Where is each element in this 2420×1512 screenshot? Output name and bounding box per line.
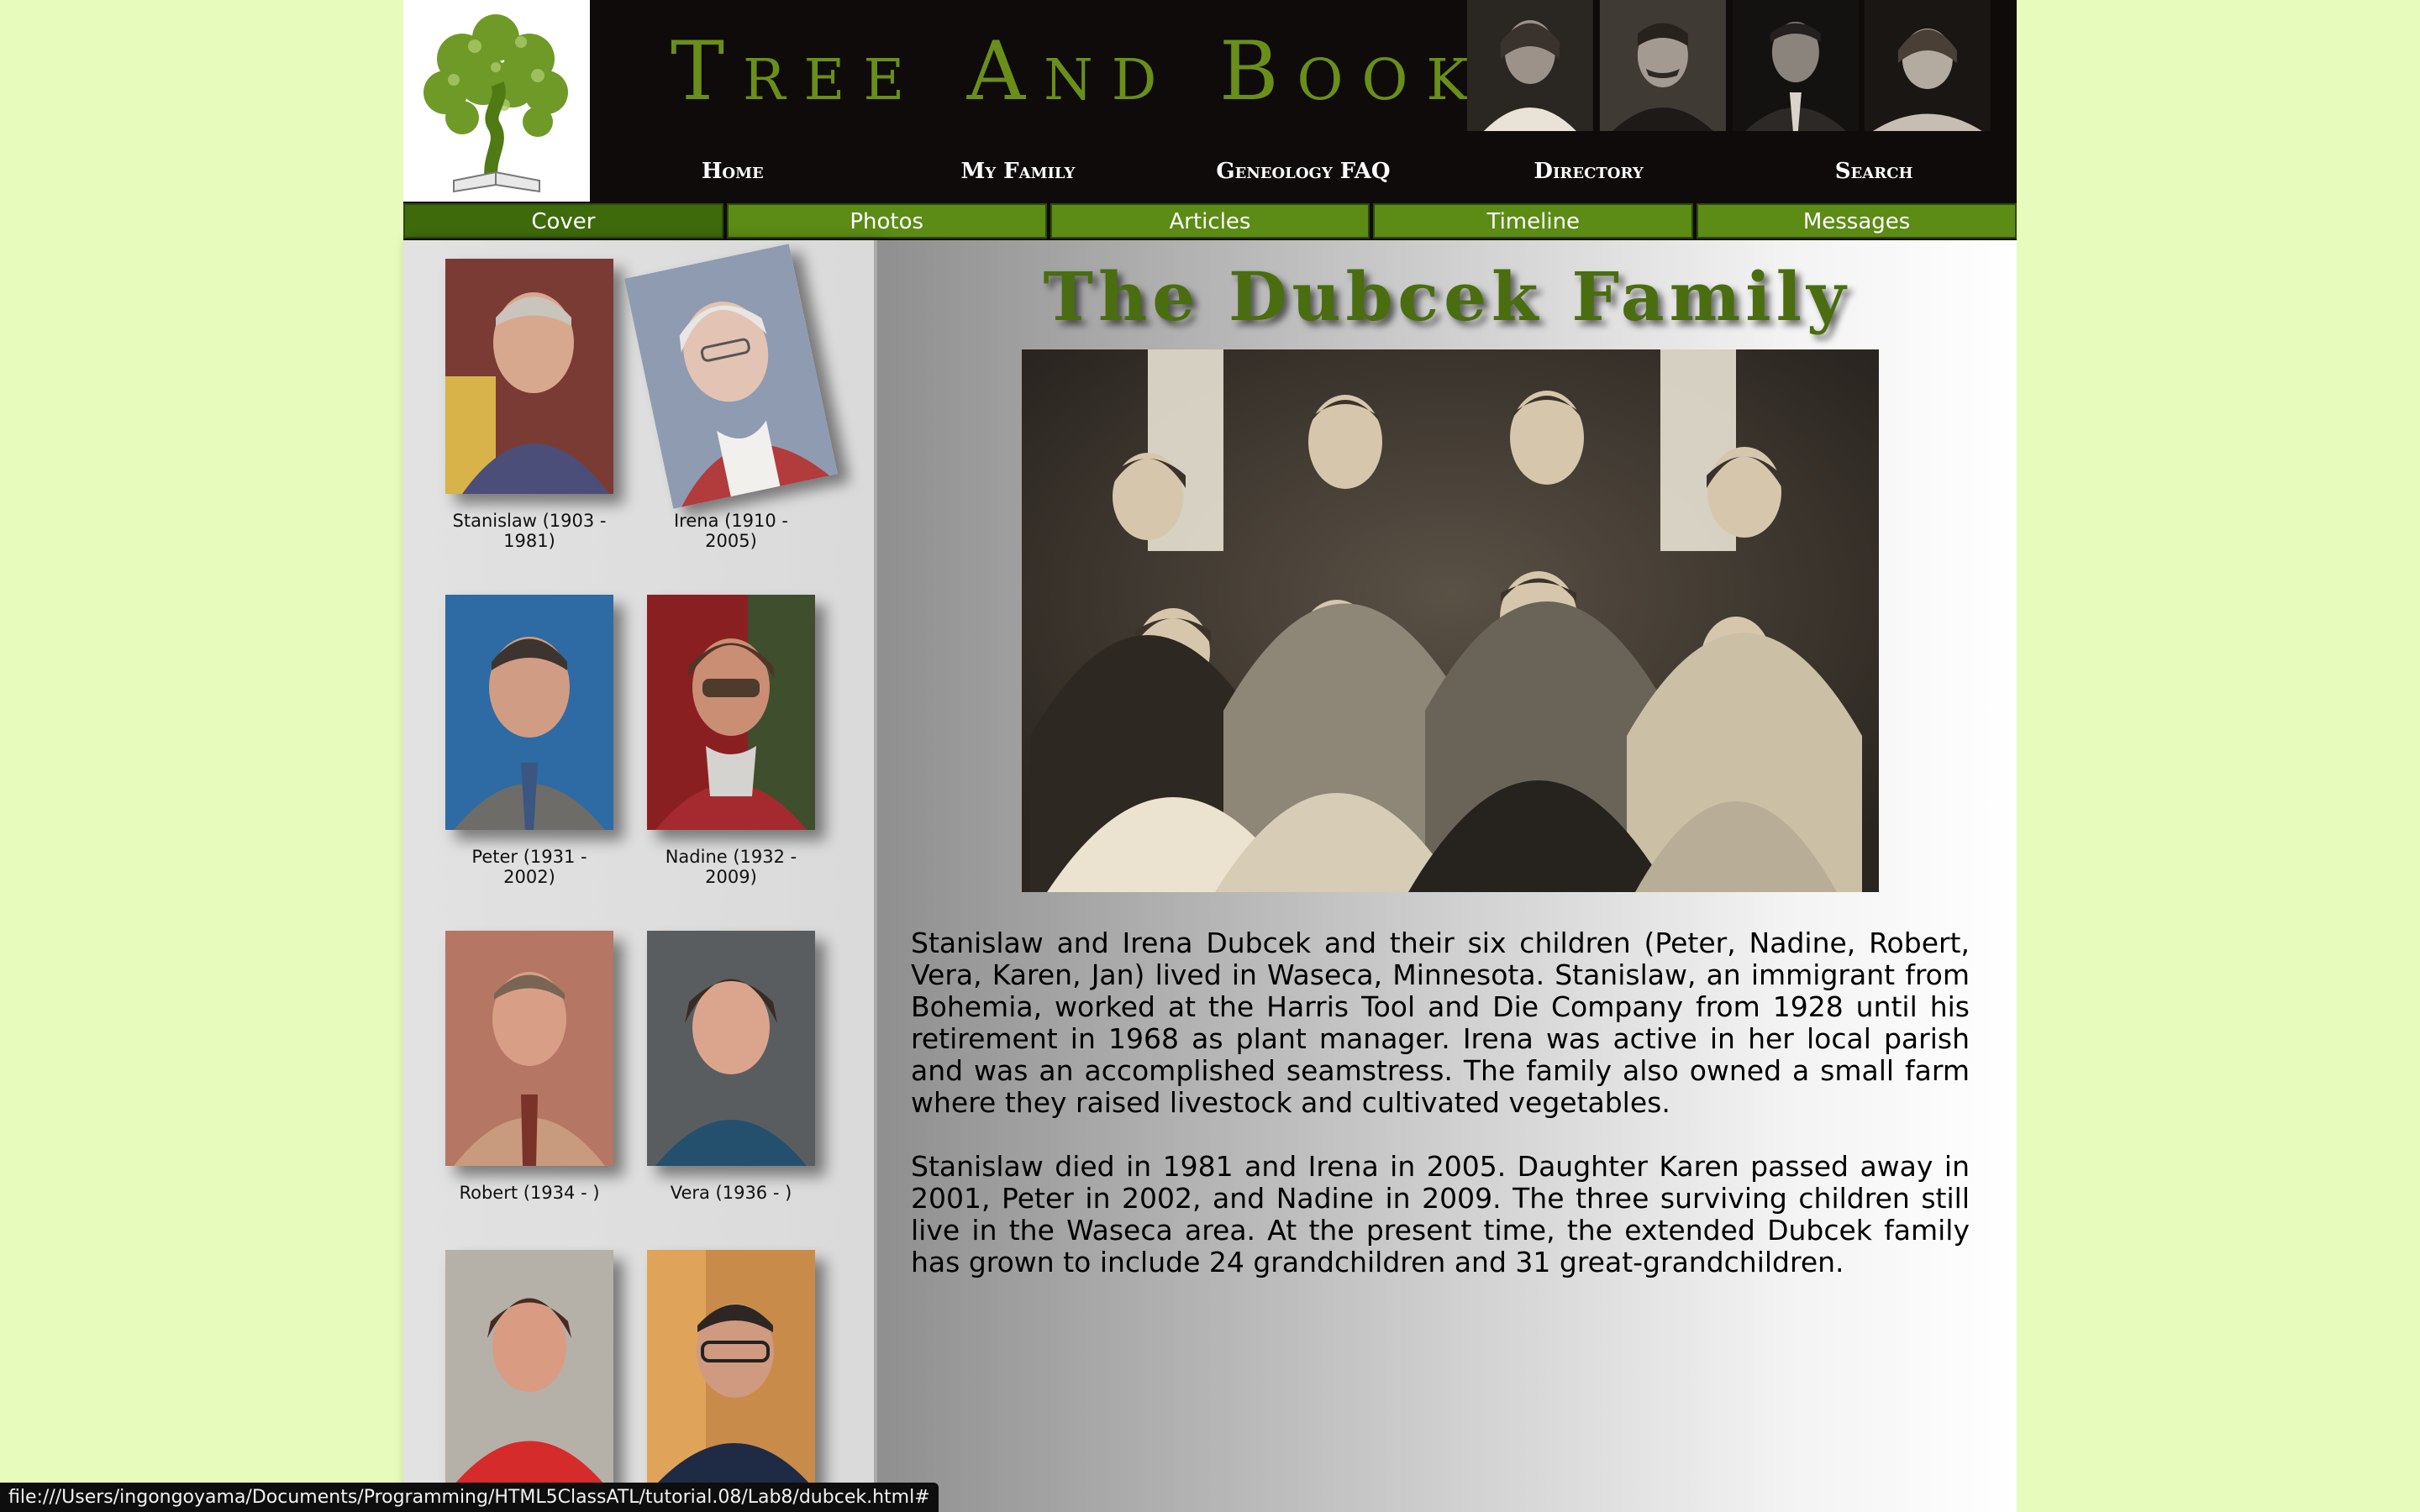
bio-paragraph: Stanislaw and Irena Dubcek and their six… [911, 927, 1970, 1119]
person-card[interactable]: Peter (1931 - 2002) [445, 595, 613, 887]
person-photo[interactable] [445, 595, 613, 830]
family-members-sidebar: Stanislaw (1903 - 1981) Irena (1910 - 20… [403, 240, 877, 1512]
nav-directory[interactable]: Directory [1446, 141, 1732, 202]
person-card[interactable]: Irena (1910 - 2005) [624, 244, 838, 551]
nav-search[interactable]: Search [1731, 141, 2017, 202]
header-portrait-woman-2 [1864, 0, 1991, 131]
tab-articles[interactable]: Articles [1050, 203, 1370, 239]
person-photo[interactable] [445, 931, 613, 1166]
section-tabs: Cover Photos Articles Timeline Messages [403, 202, 2017, 240]
site-title: Tree And Book [671, 24, 1487, 118]
person-caption: Stanislaw (1903 - 1981) [452, 511, 607, 551]
tree-logo[interactable] [403, 0, 590, 202]
person-photo[interactable] [647, 595, 815, 830]
tab-cover[interactable]: Cover [403, 203, 723, 239]
person-photo[interactable] [647, 1250, 815, 1485]
person-card[interactable] [647, 1250, 815, 1502]
person-photo[interactable] [445, 1250, 613, 1485]
page-title: The Dubcek Family [1043, 257, 1851, 336]
person-card[interactable]: Vera (1936 - ) [647, 931, 815, 1203]
header-portrait-man-2 [1732, 0, 1860, 131]
tree-book-icon [403, 0, 590, 202]
main-content: The Dubcek Family Stanislaw and Irena Du… [877, 240, 2017, 1512]
browser-status-url: file:///Users/ingongoyama/Documents/Prog… [0, 1483, 939, 1512]
top-nav: Home My Family Geneology FAQ Directory S… [590, 141, 2017, 202]
person-caption: Irena (1910 - 2005) [673, 511, 789, 551]
person-caption: Nadine (1932 - 2009) [665, 847, 797, 887]
nav-home[interactable]: Home [590, 141, 876, 202]
person-card[interactable] [445, 1250, 613, 1502]
tab-photos[interactable]: Photos [726, 203, 1047, 239]
bio-paragraph: Stanislaw died in 1981 and Irena in 2005… [911, 1150, 1970, 1278]
person-photo[interactable] [624, 244, 838, 509]
person-caption: Peter (1931 - 2002) [471, 847, 587, 887]
tab-messages[interactable]: Messages [1697, 203, 2017, 239]
person-photo[interactable] [647, 931, 815, 1166]
person-card[interactable]: Nadine (1932 - 2009) [647, 595, 815, 887]
nav-geneology-faq[interactable]: Geneology FAQ [1160, 141, 1446, 202]
header-portrait-woman-1 [1466, 0, 1594, 131]
person-caption: Robert (1934 - ) [459, 1183, 600, 1203]
person-card[interactable]: Robert (1934 - ) [445, 931, 613, 1203]
page: Tree And Book Home My Family Geneology F… [403, 0, 2017, 1512]
person-caption: Vera (1936 - ) [670, 1183, 792, 1203]
family-photo [1022, 349, 1879, 892]
person-photo[interactable] [445, 259, 613, 494]
tab-timeline[interactable]: Timeline [1373, 203, 1694, 239]
family-biography: Stanislaw and Irena Dubcek and their six… [911, 927, 1970, 1310]
nav-my-family[interactable]: My Family [876, 141, 1161, 202]
header-portraits [1466, 0, 1991, 131]
person-card[interactable]: Stanislaw (1903 - 1981) [445, 259, 613, 551]
header-portrait-man-1 [1599, 0, 1727, 131]
site-header: Tree And Book Home My Family Geneology F… [403, 0, 2017, 202]
